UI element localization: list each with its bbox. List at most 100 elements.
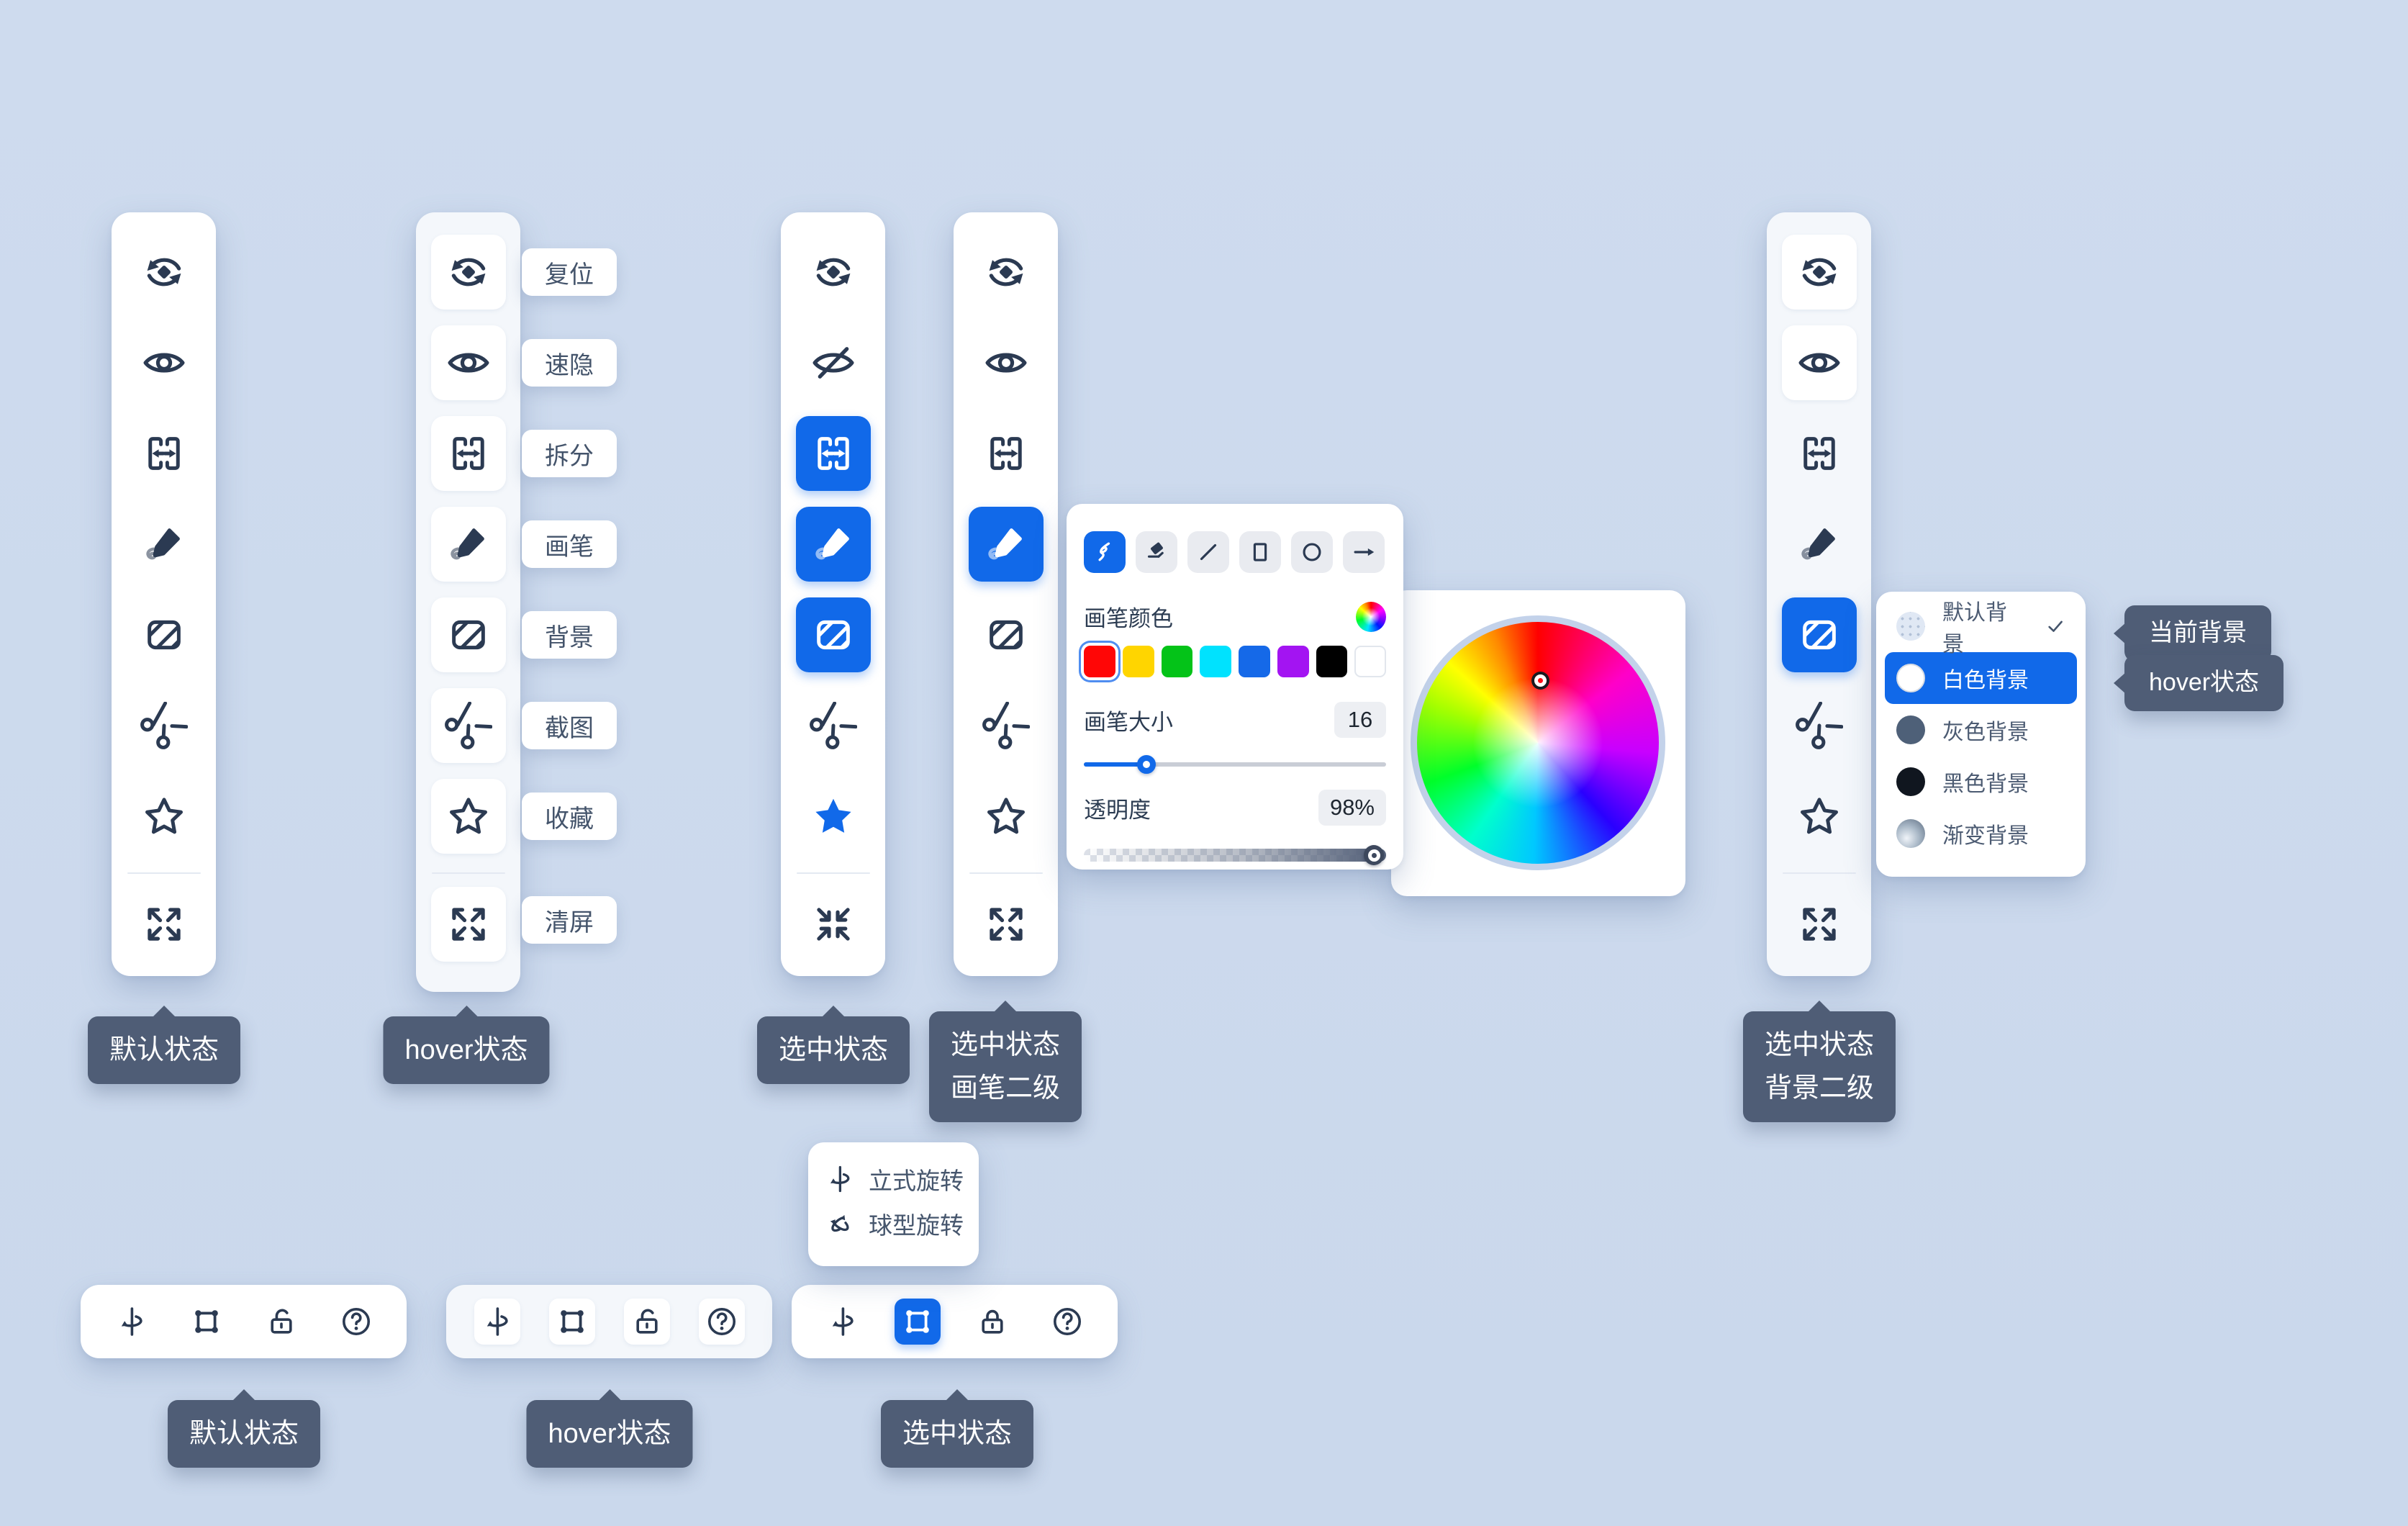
frame-button[interactable] bbox=[549, 1299, 595, 1345]
color-wheel-cursor[interactable] bbox=[1534, 674, 1547, 687]
favorite-button[interactable] bbox=[969, 779, 1044, 854]
split-button[interactable] bbox=[1782, 416, 1857, 491]
swatch-yellow[interactable] bbox=[1123, 646, 1154, 677]
default-bg-swatch bbox=[1896, 612, 1925, 641]
pen-tool-button[interactable] bbox=[1084, 531, 1126, 573]
rotate-y-icon bbox=[824, 1163, 856, 1195]
circle-tool-button[interactable] bbox=[1291, 531, 1333, 573]
tooltip-screenshot: 截图 bbox=[522, 702, 617, 749]
eraser-tool-button[interactable] bbox=[1136, 531, 1177, 573]
favorite-button-selected[interactable] bbox=[796, 779, 871, 854]
favorite-button[interactable] bbox=[431, 779, 506, 854]
background-button[interactable] bbox=[431, 597, 506, 672]
brush-button-selected[interactable] bbox=[969, 507, 1044, 582]
swatch-red[interactable] bbox=[1084, 646, 1115, 677]
reset-button[interactable] bbox=[796, 235, 871, 310]
quick-hide-button[interactable] bbox=[796, 325, 871, 400]
background-button-selected[interactable] bbox=[796, 597, 871, 672]
quick-hide-button[interactable] bbox=[969, 325, 1044, 400]
fullscreen-button[interactable] bbox=[127, 887, 202, 962]
lock-button[interactable] bbox=[969, 1299, 1015, 1345]
rect-tool-button[interactable] bbox=[1239, 531, 1281, 573]
menu-item-gray-bg[interactable]: 灰色背景 bbox=[1885, 704, 2077, 756]
exit-fullscreen-button[interactable] bbox=[796, 887, 871, 962]
screenshot-button[interactable] bbox=[127, 688, 202, 763]
rotate-vertical-button[interactable] bbox=[474, 1299, 520, 1345]
brush-button[interactable] bbox=[127, 507, 202, 582]
brush-size-slider[interactable] bbox=[1084, 762, 1386, 767]
callout-text: 默认状态 bbox=[109, 1035, 219, 1065]
brush-size-value[interactable]: 16 bbox=[1334, 702, 1386, 738]
help-button[interactable] bbox=[699, 1299, 745, 1345]
reset-button[interactable] bbox=[431, 235, 506, 310]
brush-button-selected[interactable] bbox=[796, 507, 871, 582]
toolbar-vertical-default bbox=[112, 212, 216, 976]
lock-button[interactable] bbox=[624, 1299, 670, 1345]
frame-button[interactable] bbox=[184, 1299, 230, 1345]
favorite-button[interactable] bbox=[1782, 779, 1857, 854]
star-filled-icon bbox=[810, 793, 857, 840]
lock-button[interactable] bbox=[258, 1299, 304, 1345]
swatch-black[interactable] bbox=[1316, 646, 1348, 677]
arrow-tool-button[interactable] bbox=[1343, 531, 1385, 573]
menu-item-label: 灰色背景 bbox=[1942, 714, 2029, 746]
screenshot-button[interactable] bbox=[969, 688, 1044, 763]
opacity-slider[interactable] bbox=[1084, 849, 1386, 862]
menu-item-vertical-rotation[interactable]: 立式旋转 bbox=[824, 1157, 963, 1201]
fullscreen-button[interactable] bbox=[431, 887, 506, 962]
frame-button-selected[interactable] bbox=[895, 1299, 941, 1345]
swatch-purple[interactable] bbox=[1277, 646, 1309, 677]
reset-button[interactable] bbox=[127, 235, 202, 310]
fullscreen-button[interactable] bbox=[1782, 887, 1857, 962]
expand-icon bbox=[1796, 900, 1843, 948]
brush-button[interactable] bbox=[431, 507, 506, 582]
help-button[interactable] bbox=[333, 1299, 379, 1345]
black-bg-swatch bbox=[1896, 767, 1925, 796]
menu-item-default-bg[interactable]: 默认背景 bbox=[1885, 600, 2077, 652]
split-button-selected[interactable] bbox=[796, 416, 871, 491]
brush-button[interactable] bbox=[1782, 507, 1857, 582]
quick-hide-button[interactable] bbox=[431, 325, 506, 400]
split-button[interactable] bbox=[431, 416, 506, 491]
slider-knob[interactable] bbox=[1137, 755, 1156, 774]
fullscreen-button[interactable] bbox=[969, 887, 1044, 962]
quick-hide-button[interactable] bbox=[1782, 325, 1857, 400]
opacity-slider-knob[interactable] bbox=[1364, 845, 1384, 865]
rotate-vertical-button[interactable] bbox=[109, 1299, 155, 1345]
tooltip-favorite: 收藏 bbox=[522, 793, 617, 840]
split-button[interactable] bbox=[969, 416, 1044, 491]
menu-item-gradient-bg[interactable]: 渐变背景 bbox=[1885, 808, 2077, 859]
menu-item-white-bg[interactable]: 白色背景 bbox=[1885, 652, 2077, 704]
reset-icon bbox=[445, 248, 492, 296]
rotate-vertical-button[interactable] bbox=[820, 1299, 866, 1345]
swatch-blue[interactable] bbox=[1239, 646, 1270, 677]
tooltip-quick-hide: 速隐 bbox=[522, 339, 617, 387]
background-button-selected[interactable] bbox=[1782, 597, 1857, 672]
color-wheel[interactable] bbox=[1411, 615, 1665, 870]
lock-closed-icon bbox=[975, 1304, 1010, 1339]
callout-bottom-selected: 选中状态 bbox=[881, 1400, 1033, 1468]
reset-button[interactable] bbox=[969, 235, 1044, 310]
background-button[interactable] bbox=[969, 597, 1044, 672]
swatch-white[interactable] bbox=[1354, 646, 1386, 677]
callout-bg-secondary: 选中状态 背景二级 bbox=[1743, 1011, 1896, 1122]
menu-item-sphere-rotation[interactable]: 球型旋转 bbox=[824, 1201, 963, 1246]
opacity-value[interactable]: 98% bbox=[1318, 790, 1386, 826]
favorite-button[interactable] bbox=[127, 779, 202, 854]
brush-icon bbox=[140, 520, 188, 568]
reset-icon bbox=[1796, 248, 1843, 296]
split-button[interactable] bbox=[127, 416, 202, 491]
screenshot-button[interactable] bbox=[1782, 688, 1857, 763]
menu-item-black-bg[interactable]: 黑色背景 bbox=[1885, 756, 2077, 808]
swatch-green[interactable] bbox=[1162, 646, 1193, 677]
help-button[interactable] bbox=[1044, 1299, 1090, 1345]
background-button[interactable] bbox=[127, 597, 202, 672]
screenshot-button[interactable] bbox=[796, 688, 871, 763]
quick-hide-button[interactable] bbox=[127, 325, 202, 400]
swatch-cyan[interactable] bbox=[1200, 646, 1231, 677]
color-wheel-icon[interactable] bbox=[1356, 602, 1386, 632]
line-tool-button[interactable] bbox=[1187, 531, 1229, 573]
screenshot-button[interactable] bbox=[431, 688, 506, 763]
eye-icon bbox=[1796, 339, 1843, 387]
reset-button[interactable] bbox=[1782, 235, 1857, 310]
